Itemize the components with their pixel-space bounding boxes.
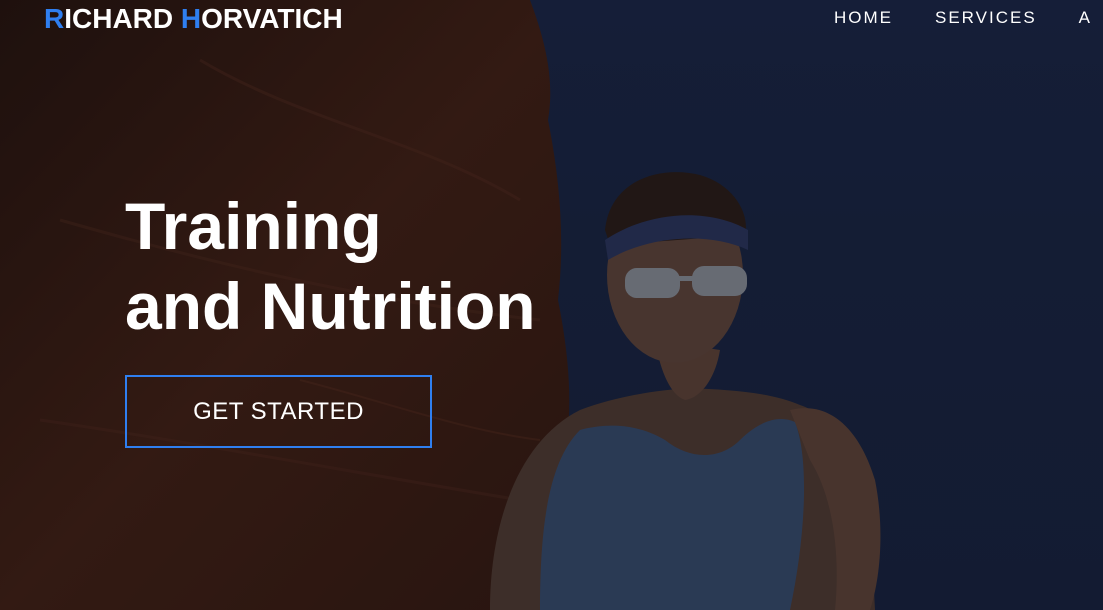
hero-title: Training and Nutrition: [125, 186, 536, 346]
logo-initial-last: H: [180, 3, 202, 34]
logo-last-name-rest: ORVATICH: [201, 3, 343, 34]
hero-title-line-1: Training: [125, 189, 382, 263]
get-started-button[interactable]: GET STARTED: [125, 375, 432, 448]
logo-first-name-rest: ICHARD: [64, 3, 181, 34]
nav-item-services[interactable]: SERVICES: [935, 6, 1037, 30]
site-logo[interactable]: RICHARD HORVATICH: [44, 2, 343, 36]
main-nav: HOME SERVICES A: [834, 6, 1103, 30]
nav-item-truncated[interactable]: A: [1079, 6, 1092, 30]
hero-section: RICHARD HORVATICH HOME SERVICES A Traini…: [0, 0, 1103, 610]
nav-item-home[interactable]: HOME: [834, 6, 893, 30]
logo-initial-first: R: [44, 3, 65, 34]
hero-title-line-2: and Nutrition: [125, 269, 536, 343]
